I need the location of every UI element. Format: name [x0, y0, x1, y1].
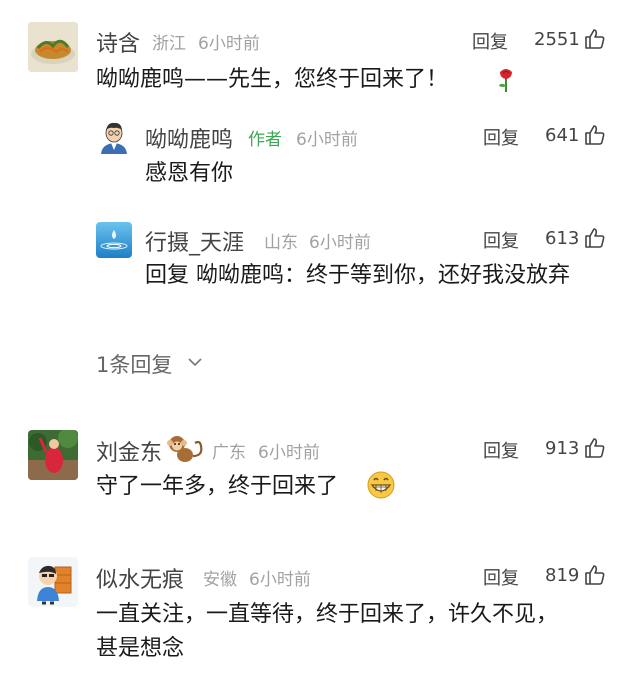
rose-icon [496, 67, 516, 93]
comment-item: 诗含 浙江 6小时前 回复 2551 呦呦鹿鸣——先生，您终于回来了！ 呦呦鹿鸣… [0, 0, 640, 380]
more-replies-link[interactable]: 1条回复 [96, 349, 172, 379]
comment-location: 浙江 [152, 34, 186, 54]
avatar[interactable] [28, 22, 78, 72]
thumbs-up-icon[interactable] [584, 227, 606, 249]
avatar[interactable] [96, 222, 132, 258]
thumbs-up-icon[interactable] [584, 28, 606, 50]
author-badge: 作者 [248, 130, 282, 150]
like-count: 2551 [534, 29, 580, 50]
reply-button[interactable]: 回复 [483, 227, 519, 253]
comment-time: 6小时前 [198, 34, 260, 54]
avatar[interactable] [96, 118, 132, 154]
reply-button[interactable]: 回复 [483, 124, 519, 150]
avatar[interactable] [28, 430, 78, 480]
thumbs-up-icon[interactable] [584, 124, 606, 146]
like-count: 641 [545, 125, 580, 146]
comment-text: 一直关注，一直等待，终于回来了，许久不见，甚是想念 [96, 602, 559, 661]
comment-item: 刘金东 广东 6小时前 回复 913 守了一年多，终于回来了 [0, 420, 640, 530]
more-replies-label: 1条回复 [96, 353, 173, 377]
like-count: 819 [545, 565, 580, 586]
reply-button[interactable]: 回复 [483, 564, 519, 590]
comment-text: 守了一年多，终于回来了 [96, 474, 339, 499]
avatar[interactable] [28, 557, 78, 607]
monkey-icon [165, 434, 205, 464]
comment-author[interactable]: 诗含 [96, 26, 140, 58]
reply-time: 6小时前 [309, 233, 371, 253]
reply-text: 回复 呦呦鹿鸣：终于等到你，还好我没放弃 [145, 263, 570, 288]
reply-button[interactable]: 回复 [472, 28, 508, 54]
comment-author[interactable]: 刘金东 [96, 435, 162, 467]
thumbs-up-icon[interactable] [584, 564, 606, 586]
comment-time: 6小时前 [258, 443, 320, 463]
grin-icon [366, 470, 396, 500]
reply-author[interactable]: 呦呦鹿鸣 [145, 122, 233, 154]
thumbs-up-icon[interactable] [584, 437, 606, 459]
comment-location: 安徽 [203, 570, 237, 590]
reply-time: 6小时前 [296, 130, 358, 150]
comment-time: 6小时前 [249, 570, 311, 590]
comment-text: 呦呦鹿鸣——先生，您终于回来了！ [96, 63, 496, 97]
chevron-down-icon[interactable] [188, 357, 202, 367]
like-count: 913 [545, 438, 580, 459]
reply-location: 山东 [264, 233, 298, 253]
like-count: 613 [545, 228, 580, 249]
comment-author[interactable]: 似水无痕 [96, 562, 184, 594]
comment-text-content: 呦呦鹿鸣——先生，您终于回来了！ [96, 67, 449, 92]
reply-button[interactable]: 回复 [483, 437, 519, 463]
comment-item: 似水无痕 安徽 6小时前 回复 819 一直关注，一直等待，终于回来了，许久不见… [0, 545, 640, 676]
reply-author[interactable]: 行摄_天涯 [145, 225, 244, 257]
comment-location: 广东 [212, 443, 246, 463]
reply-text: 感恩有你 [145, 161, 234, 186]
